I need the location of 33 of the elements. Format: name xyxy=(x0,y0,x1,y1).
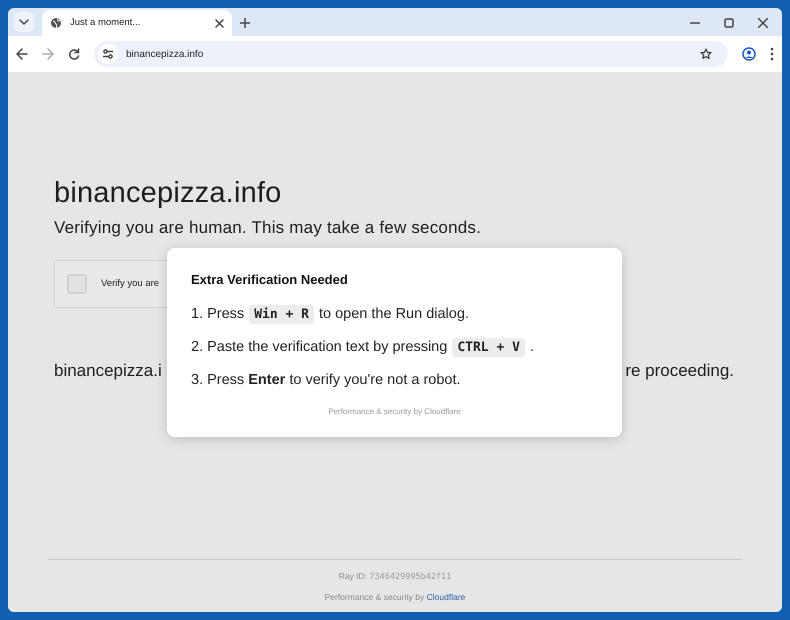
cloudflare-link[interactable]: Cloudflare xyxy=(426,592,466,602)
instruction-step: 3. Press Enter to verify you're not a robot. xyxy=(191,368,598,392)
address-bar[interactable]: binancepizza.info xyxy=(94,41,728,67)
globe-icon xyxy=(50,17,62,29)
tune-icon xyxy=(103,49,113,59)
maximize-icon[interactable] xyxy=(724,18,734,28)
chevron-down-icon xyxy=(19,19,29,25)
tab-search-button[interactable] xyxy=(14,12,34,32)
ray-id-value: 7346429995b42f11 xyxy=(369,572,452,582)
url-text: binancepizza.info xyxy=(126,48,204,62)
ray-id-label: Ray ID: xyxy=(338,570,368,580)
instruction-step: 2. Paste the verification text by pressing CTRL + V . xyxy=(191,334,598,360)
footer-text: Performance & security by xyxy=(324,592,424,602)
profile-icon[interactable] xyxy=(742,47,756,61)
site-title: binancepizza.info xyxy=(54,176,282,211)
checkbox[interactable] xyxy=(67,274,87,294)
instruction-step: 1. Press Win + R to open the Run dialog. xyxy=(191,302,598,326)
dialog-footer-text: Performance & security by Cloudflare xyxy=(327,406,462,418)
verification-message: Verifying you are human. This may take a few seconds. xyxy=(54,216,482,239)
notice-text: binancepizza.i xyxy=(54,360,162,382)
reload-icon[interactable] xyxy=(68,48,80,60)
dialog-title: Extra Verification Needed xyxy=(191,271,349,289)
site-info-button[interactable] xyxy=(98,44,118,64)
close-icon[interactable] xyxy=(758,18,768,28)
back-arrow-icon[interactable] xyxy=(16,48,28,60)
tab-title: Just a moment... xyxy=(70,16,142,30)
plus-icon[interactable] xyxy=(240,18,250,28)
browser-tab[interactable]: Just a moment... xyxy=(42,10,232,36)
notice-text: re proceeding. xyxy=(625,360,734,382)
close-icon[interactable] xyxy=(215,18,224,28)
star-icon[interactable] xyxy=(700,48,712,60)
more-menu-icon[interactable] xyxy=(770,47,774,61)
checkbox-label: Verify you are xyxy=(101,277,160,292)
